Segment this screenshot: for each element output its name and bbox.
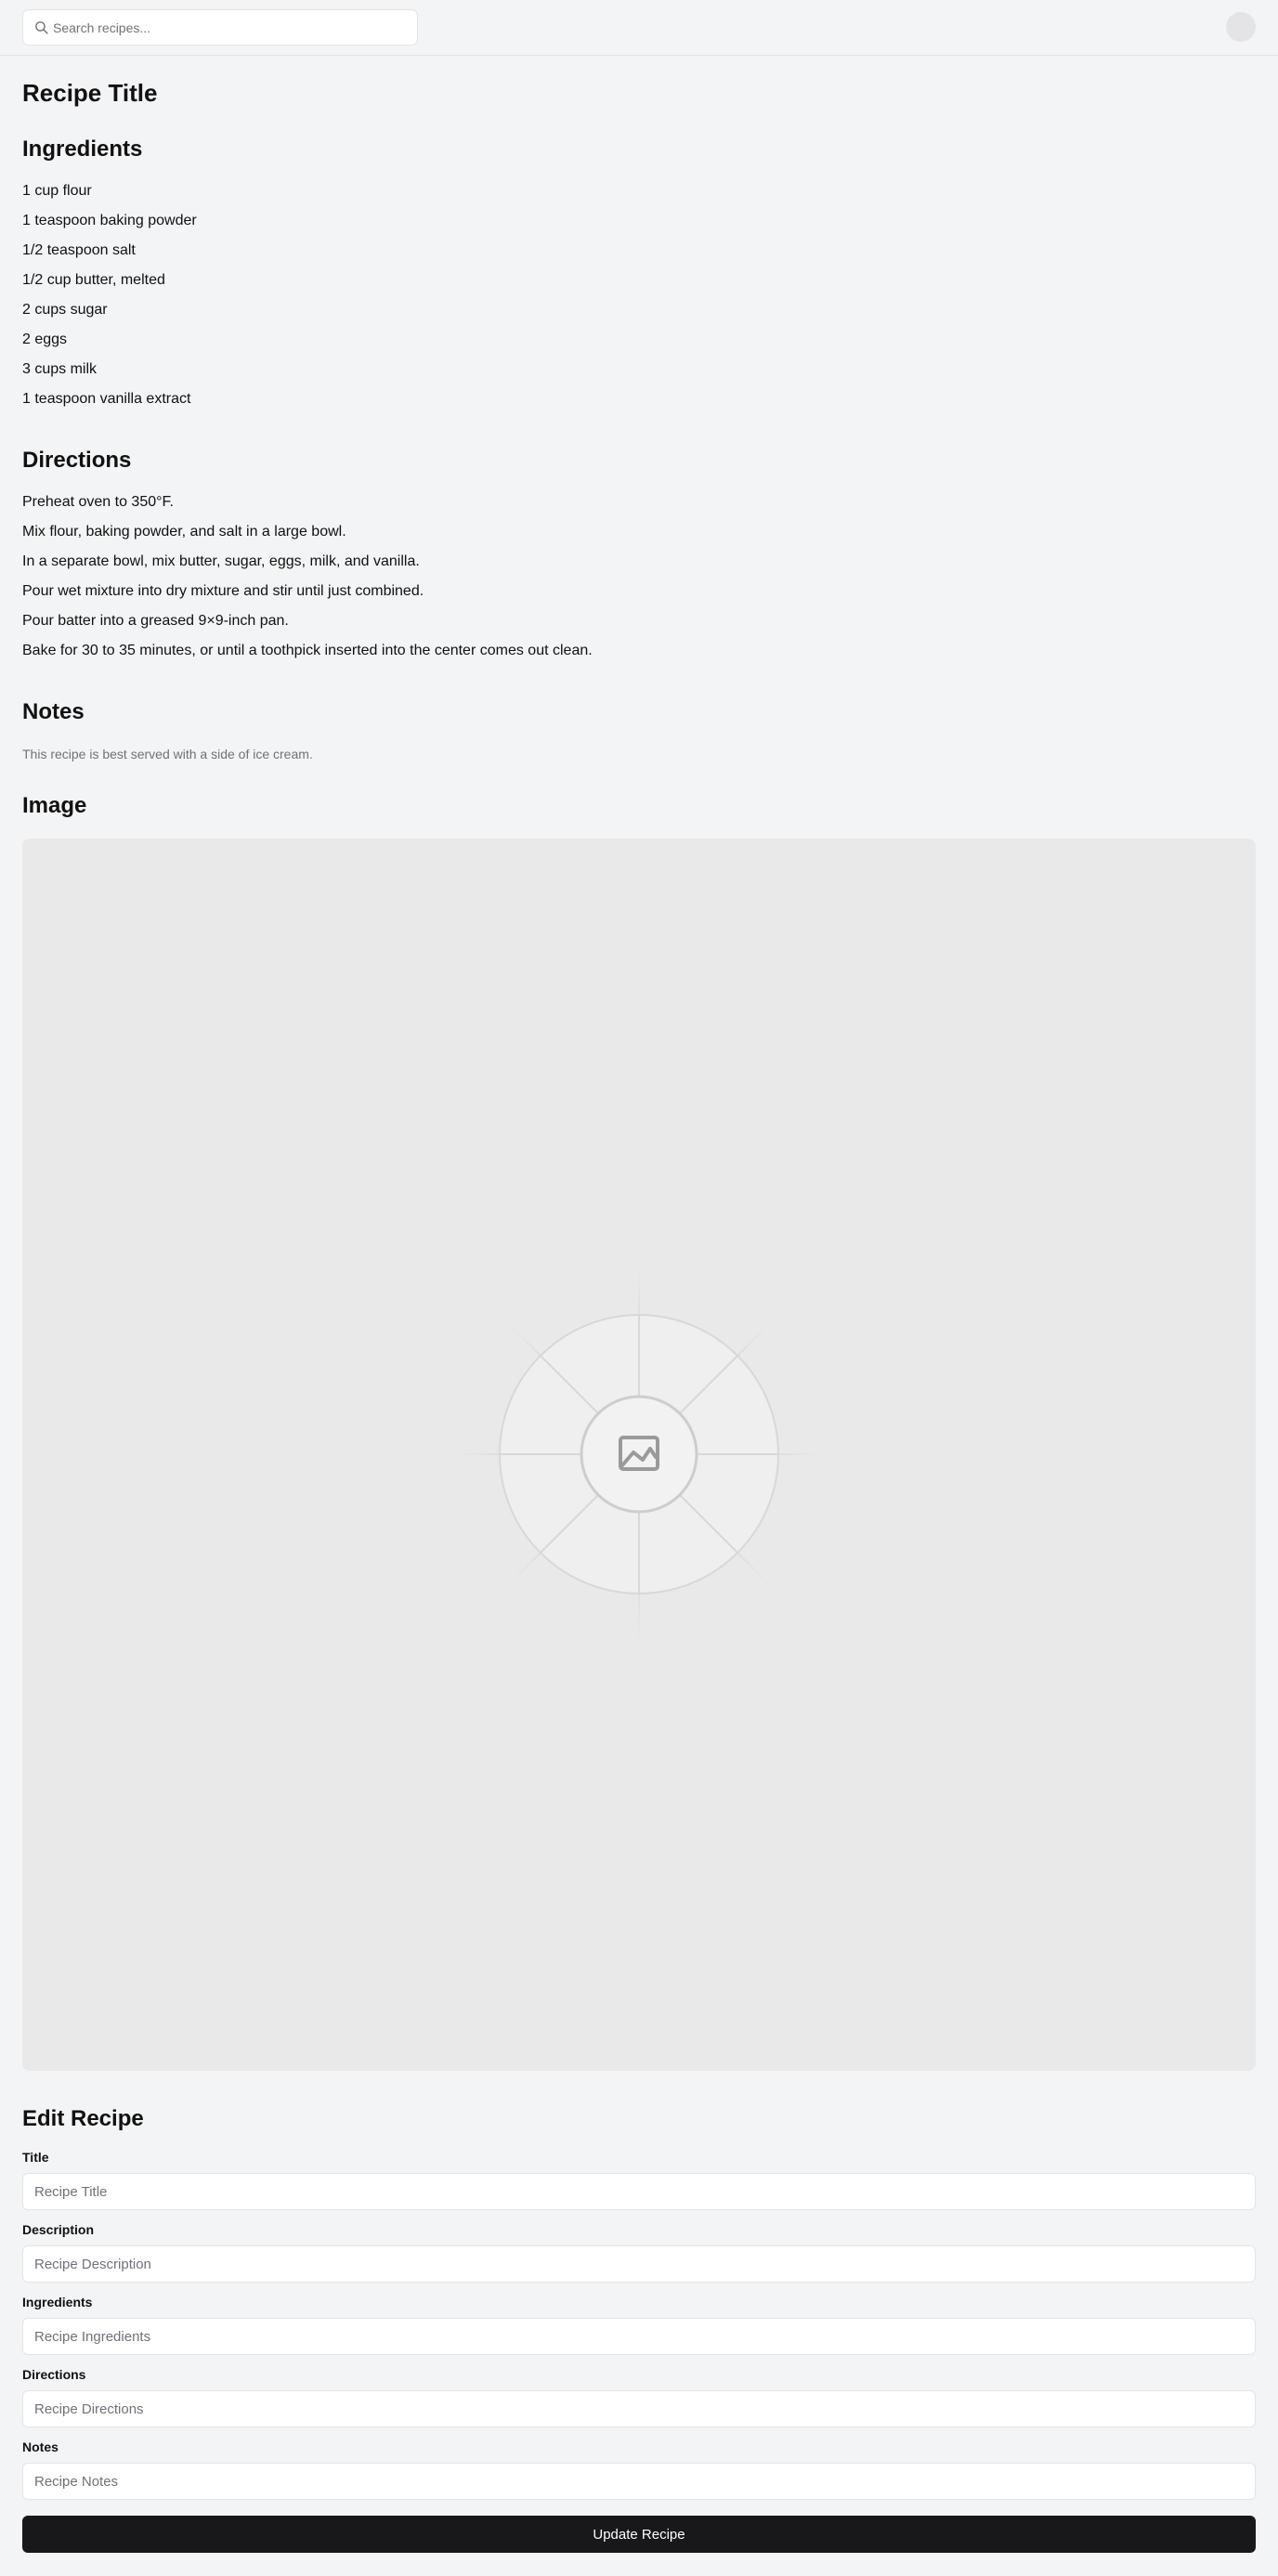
description-field[interactable] xyxy=(22,2245,1256,2283)
search-icon xyxy=(35,21,48,34)
ingredient-item: 1 cup flour xyxy=(22,183,92,199)
ingredient-item: 1 teaspoon vanilla extract xyxy=(22,391,191,407)
notes-label: Notes xyxy=(22,2439,59,2454)
title-label: Title xyxy=(22,2150,49,2165)
direction-step: In a separate bowl, mix butter, sugar, e… xyxy=(22,553,420,569)
recipe-image-placeholder xyxy=(22,839,1256,2071)
update-recipe-button[interactable]: Update Recipe xyxy=(22,2516,1256,2553)
ingredient-item: 3 cups milk xyxy=(22,361,98,377)
directions-field[interactable] xyxy=(22,2390,1256,2427)
direction-step: Bake for 30 to 35 minutes, or until a to… xyxy=(22,643,593,658)
direction-step: Preheat oven to 350°F. xyxy=(22,494,174,510)
direction-step: Mix flour, baking powder, and salt in a … xyxy=(22,524,346,540)
description-label: Description xyxy=(22,2222,95,2237)
edit-recipe-heading: Edit Recipe xyxy=(22,2106,144,2131)
image-placeholder-graphic xyxy=(439,1255,839,1654)
ingredient-item: 1 teaspoon baking powder xyxy=(22,213,197,228)
title-field[interactable] xyxy=(22,2173,1256,2210)
notes-field[interactable] xyxy=(22,2463,1256,2500)
search-box[interactable] xyxy=(22,9,418,46)
search-input[interactable] xyxy=(53,10,406,45)
avatar[interactable] xyxy=(1226,12,1256,42)
ingredients-label: Ingredients xyxy=(22,2295,93,2309)
direction-step: Pour wet mixture into dry mixture and st… xyxy=(22,583,424,599)
ingredients-field[interactable] xyxy=(22,2318,1256,2355)
direction-step: Pour batter into a greased 9×9-inch pan. xyxy=(22,613,289,629)
recipe-title: Recipe Title xyxy=(22,79,158,107)
ingredient-item: 2 cups sugar xyxy=(22,302,108,318)
ingredients-heading: Ingredients xyxy=(22,137,143,162)
ingredient-item: 1/2 teaspoon salt xyxy=(22,242,136,258)
directions-heading: Directions xyxy=(22,448,132,473)
notes-heading: Notes xyxy=(22,699,85,724)
ingredient-item: 1/2 cup butter, melted xyxy=(22,272,165,288)
directions-label: Directions xyxy=(22,2367,86,2382)
top-bar xyxy=(0,0,1278,56)
notes-text: This recipe is best served with a side o… xyxy=(22,747,313,761)
ingredient-item: 2 eggs xyxy=(22,332,68,347)
image-heading: Image xyxy=(22,793,87,818)
